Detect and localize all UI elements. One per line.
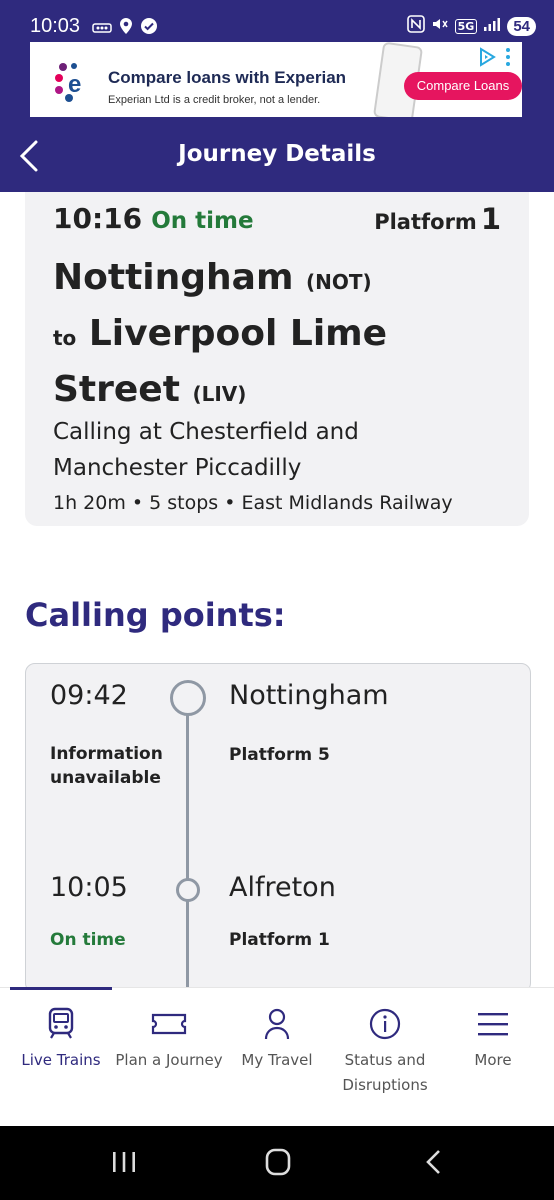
recent-apps-icon[interactable]: [104, 1144, 144, 1180]
nav-live-trains[interactable]: Live Trains: [6, 987, 116, 1108]
origin-station: Nottingham: [53, 257, 294, 298]
to-word: to: [53, 326, 77, 350]
bottom-navigation: Live Trains Plan a Journey My Travel Sta…: [0, 987, 554, 1126]
stop-time: 10:05: [50, 872, 128, 903]
ad-title: Compare loans with Experian: [108, 68, 347, 87]
experian-logo: e: [54, 60, 100, 106]
ad-subtitle: Experian Ltd is a credit broker, not a l…: [108, 94, 321, 106]
info-icon: [365, 1006, 405, 1042]
app-header: Journey Details: [0, 120, 554, 192]
stop-status: Information unavailable: [50, 744, 163, 788]
calling-at-summary: Calling at Chesterfield and Manchester P…: [53, 419, 359, 481]
status-bar: 10:03 5G 54: [0, 0, 554, 42]
calling-points-list: 09:42 Information unavailable Nottingham…: [25, 663, 531, 993]
menu-icon: [473, 1006, 513, 1042]
status-time: 10:03: [30, 15, 81, 37]
ad-content[interactable]: e Compare loans with Experian Experian L…: [30, 42, 522, 117]
timeline-dot-origin: [170, 680, 206, 716]
nav-more[interactable]: More: [438, 988, 548, 1108]
stop-status: On time: [50, 930, 126, 950]
calling-points-heading: Calling points:: [25, 596, 286, 634]
stop-platform: Platform 1: [229, 930, 330, 950]
signal-icon: [483, 16, 501, 36]
nav-label: My Travel: [241, 1051, 313, 1069]
active-tab-indicator: [10, 987, 112, 990]
nav-label: Plan a Journey: [115, 1051, 223, 1069]
platform-number: 1: [480, 202, 501, 236]
nav-my-travel[interactable]: My Travel: [222, 988, 332, 1108]
nav-label: Status and Disruptions: [342, 1051, 428, 1094]
ad-options-icon[interactable]: [502, 46, 514, 68]
nav-label: More: [474, 1051, 512, 1069]
ticket-icon: [149, 1006, 189, 1042]
mute-icon: [431, 15, 449, 37]
journey-summary-card: 10:16 On time Platform 1 Nottingham (NOT)…: [25, 192, 529, 526]
svg-text:e: e: [68, 71, 81, 98]
origin-code: (NOT): [306, 270, 372, 294]
network-operator-icon: [92, 19, 112, 38]
destination-code: (LIV): [192, 382, 247, 406]
stop-name: Nottingham: [229, 680, 389, 711]
home-icon[interactable]: [258, 1144, 298, 1180]
compare-loans-button[interactable]: Compare Loans: [404, 72, 522, 100]
timeline-line: [186, 682, 189, 992]
train-icon: [41, 1006, 81, 1042]
platform-info: Platform 1: [374, 202, 501, 236]
nav-label: Live Trains: [21, 1051, 101, 1069]
person-icon: [257, 1006, 297, 1042]
nav-status-disruptions[interactable]: Status and Disruptions: [330, 988, 440, 1108]
stop-name: Alfreton: [229, 872, 336, 903]
adchoices-icon[interactable]: [476, 46, 498, 68]
battery-indicator: 54: [507, 16, 536, 36]
check-circle-icon: [140, 17, 158, 39]
timeline-dot: [176, 878, 200, 902]
stop-time: 09:42: [50, 680, 128, 711]
stop-platform: Platform 5: [229, 745, 330, 765]
system-back-icon[interactable]: [414, 1144, 454, 1180]
network-5g-icon: 5G: [454, 18, 478, 34]
departure-status: On time: [151, 208, 254, 234]
platform-label: Platform: [374, 210, 477, 234]
location-icon: [119, 17, 133, 39]
departure-time: 10:16: [53, 202, 143, 235]
page-title: Journey Details: [178, 141, 376, 167]
journey-meta: 1h 20m • 5 stops • East Midlands Railway: [53, 492, 453, 514]
nav-plan-journey[interactable]: Plan a Journey: [114, 988, 224, 1108]
nfc-icon: [406, 15, 425, 37]
route-title: Nottingham (NOT) to Liverpool Lime Stree…: [53, 252, 503, 420]
system-navigation-bar: [0, 1126, 554, 1200]
ad-banner[interactable]: e Compare loans with Experian Experian L…: [0, 42, 554, 120]
